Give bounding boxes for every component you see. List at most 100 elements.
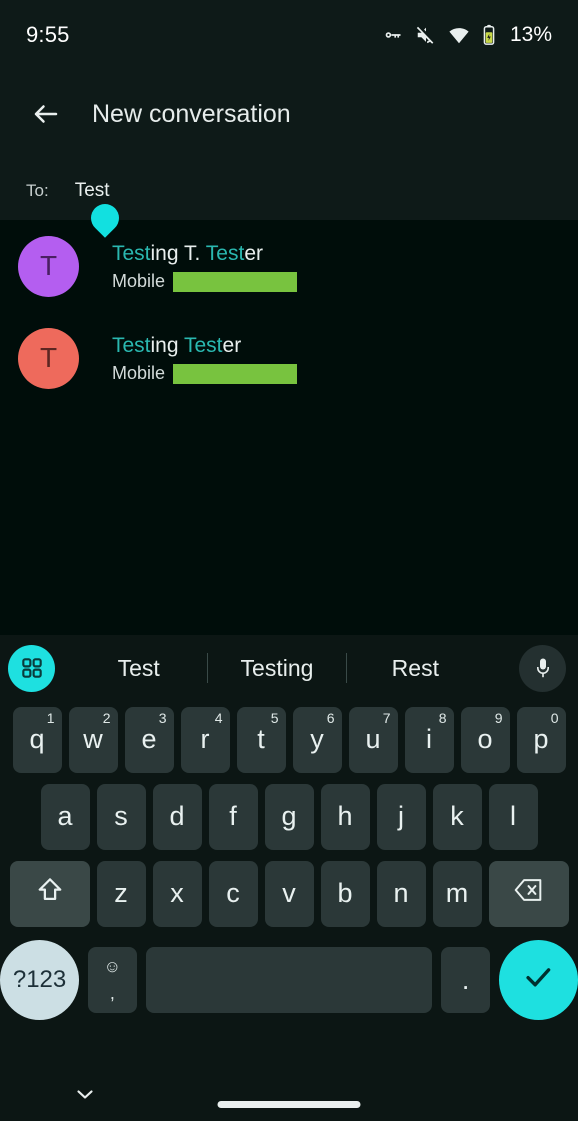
suggestion-chip[interactable]: Test <box>70 655 207 682</box>
backspace-icon <box>513 875 545 912</box>
key-number-hint: 2 <box>102 709 111 726</box>
suggestion-strip: Test Testing Rest <box>0 635 578 701</box>
status-time: 9:55 <box>26 22 70 47</box>
key-number-hint: 8 <box>438 709 447 726</box>
key-z[interactable]: z <box>96 860 146 927</box>
key-number-hint: 6 <box>326 709 335 726</box>
key-w[interactable]: 2w <box>68 706 118 773</box>
key-i[interactable]: 8i <box>404 706 454 773</box>
contact-name-part: Test <box>112 333 151 357</box>
contact-phone-row: Mobile <box>112 363 298 384</box>
keyboard-row-2: a s d f g h j k l <box>0 778 578 855</box>
key-label: o <box>477 724 493 754</box>
key-number-hint: 3 <box>158 709 167 726</box>
suggestion-chip[interactable]: Rest <box>347 655 484 682</box>
key-a[interactable]: a <box>40 783 90 850</box>
key-number-hint: 9 <box>494 709 503 726</box>
recipient-row[interactable]: To: Test <box>0 180 578 238</box>
microphone-icon[interactable] <box>519 644 566 692</box>
period-key[interactable]: . <box>441 947 490 1013</box>
key-m[interactable]: m <box>432 860 482 927</box>
key-l[interactable]: l <box>488 783 538 850</box>
contact-details: Testing T. Tester Mobile <box>112 240 298 292</box>
app-header: New conversation To: Test <box>0 70 578 238</box>
list-item[interactable]: T Testing Tester Mobile <box>0 312 578 404</box>
system-nav-bar <box>0 1065 578 1121</box>
key-number-hint: 5 <box>270 709 279 726</box>
key-c[interactable]: c <box>208 860 258 927</box>
phone-type-label: Mobile <box>112 271 166 292</box>
key-q[interactable]: 1q <box>12 706 62 773</box>
emoji-smiley-icon: ☺ <box>103 956 122 976</box>
key-j[interactable]: j <box>376 783 426 850</box>
grid-apps-icon[interactable] <box>8 644 55 692</box>
key-x[interactable]: x <box>152 860 202 927</box>
shift-arrow-icon <box>35 875 65 912</box>
contact-phone-row: Mobile <box>112 271 298 292</box>
on-screen-keyboard: Test Testing Rest 1q 2w 3e 4r 5t 6y 7u 8… <box>0 635 578 1065</box>
suggestion-items: Test Testing Rest <box>70 653 484 683</box>
contact-name-part: er <box>222 333 242 357</box>
contact-name-part: Test <box>112 241 151 265</box>
key-r[interactable]: 4r <box>180 706 230 773</box>
key-d[interactable]: d <box>152 783 202 850</box>
list-item[interactable]: T Testing T. Tester Mobile <box>0 220 578 312</box>
key-number-hint: 0 <box>550 709 559 726</box>
chevron-down-icon[interactable] <box>68 1077 102 1111</box>
key-o[interactable]: 9o <box>460 706 510 773</box>
backspace-key[interactable] <box>488 860 569 927</box>
key-f[interactable]: f <box>208 783 258 850</box>
key-k[interactable]: k <box>432 783 482 850</box>
home-indicator[interactable] <box>217 1101 361 1108</box>
checkmark-icon <box>521 960 555 1001</box>
key-v[interactable]: v <box>264 860 314 927</box>
avatar: T <box>18 327 79 389</box>
key-g[interactable]: g <box>264 783 314 850</box>
key-p[interactable]: 0p <box>516 706 566 773</box>
key-label: y <box>310 724 324 754</box>
key-number-hint: 4 <box>214 709 223 726</box>
contact-name-part: ing T. <box>150 241 206 265</box>
redacted-phone-number <box>173 271 298 292</box>
key-h[interactable]: h <box>320 783 370 850</box>
shift-key[interactable] <box>9 860 90 927</box>
key-b[interactable]: b <box>320 860 370 927</box>
key-label: i <box>426 724 432 754</box>
suggestion-chip[interactable]: Testing <box>208 655 345 682</box>
contact-name: Testing Tester <box>112 332 297 360</box>
recipient-input-text: Test <box>74 180 110 201</box>
enter-key[interactable] <box>498 940 578 1020</box>
contact-name-part: er <box>244 241 263 265</box>
symbols-key[interactable]: ?123 <box>0 940 80 1020</box>
key-s[interactable]: s <box>96 783 146 850</box>
key-u[interactable]: 7u <box>348 706 398 773</box>
page-title: New conversation <box>92 99 291 128</box>
key-number-hint: 7 <box>382 709 391 726</box>
phone-screen: 9:55 13% New conversation To: Test T Tes… <box>0 0 578 1121</box>
avatar: T <box>18 235 79 297</box>
battery-icon <box>481 24 497 46</box>
keyboard-row-3: z x c v b n m <box>0 855 578 932</box>
back-arrow-icon[interactable] <box>24 92 68 136</box>
key-e[interactable]: 3e <box>124 706 174 773</box>
phone-type-label: Mobile <box>112 363 166 384</box>
space-key[interactable] <box>145 947 433 1013</box>
redacted-phone-number <box>173 363 298 384</box>
app-bar: New conversation <box>0 70 578 158</box>
battery-percent: 13% <box>509 23 552 46</box>
recipient-label: To: <box>26 181 49 200</box>
comma-label: , <box>109 982 115 1003</box>
volume-muted-icon <box>415 24 437 46</box>
key-label: r <box>200 724 210 754</box>
status-icon-group: 13% <box>382 23 552 47</box>
key-label: w <box>83 724 103 754</box>
comma-emoji-key[interactable]: ☺ , <box>88 947 137 1013</box>
recipient-input[interactable]: Test <box>74 180 125 238</box>
contact-name-part: Test <box>205 241 245 265</box>
key-number-hint: 1 <box>46 709 55 726</box>
key-n[interactable]: n <box>376 860 426 927</box>
key-label: q <box>29 724 45 754</box>
key-y[interactable]: 6y <box>292 706 342 773</box>
vpn-key-icon <box>382 24 404 46</box>
key-t[interactable]: 5t <box>236 706 286 773</box>
